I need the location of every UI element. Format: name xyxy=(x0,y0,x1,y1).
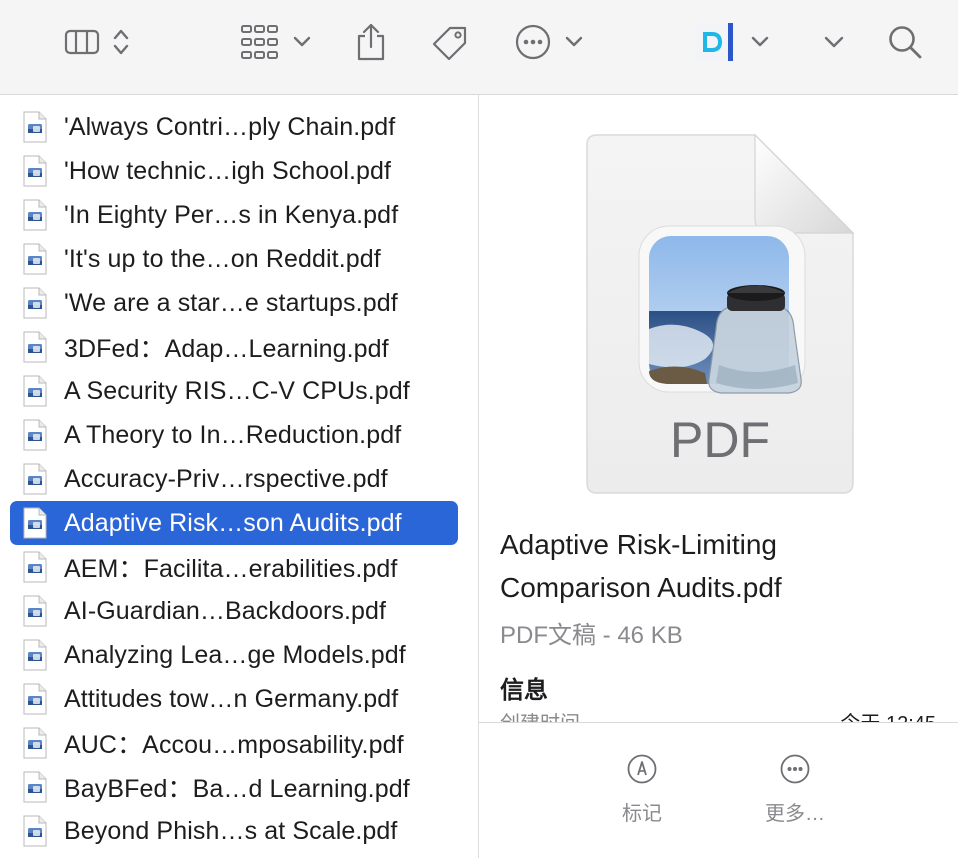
file-row[interactable]: Beyond Phish…s at Scale.pdf xyxy=(10,809,458,853)
file-row[interactable]: Attitudes tow…n Germany.pdf xyxy=(10,677,458,721)
overflow-menu-button[interactable] xyxy=(823,22,845,62)
file-name: 'We are a star…e startups.pdf xyxy=(64,288,398,317)
file-name: BayBFed：Ba…d Learning.pdf xyxy=(64,775,410,803)
file-name: Attitudes tow…n Germany.pdf xyxy=(64,684,399,713)
chevron-down-icon xyxy=(565,36,583,47)
document-info: Adaptive Risk-Limiting Comparison Audits… xyxy=(500,523,940,705)
updown-chevron-icon xyxy=(113,29,129,55)
tag-icon xyxy=(432,26,467,61)
file-name: Analyzing Lea…ge Models.pdf xyxy=(64,640,406,669)
file-row[interactable]: AEM：Facilita…erabilities.pdf xyxy=(10,545,458,589)
file-row[interactable]: 'It's up to the…on Reddit.pdf xyxy=(10,237,458,281)
chevron-down-icon xyxy=(824,36,844,48)
ellipsis-circle-icon xyxy=(515,24,551,60)
pdf-document-thumbnail: PDF xyxy=(586,133,855,494)
toolbar xyxy=(0,0,958,95)
file-name: AEM：Facilita…erabilities.pdf xyxy=(64,555,398,583)
created-label: 创建时间 xyxy=(500,707,580,723)
markup-label: 标记 xyxy=(622,803,662,825)
pdf-file-icon xyxy=(23,331,47,363)
created-value: 今天 12:45 xyxy=(840,707,936,723)
search-button[interactable] xyxy=(886,22,924,62)
info-heading: 信息 xyxy=(500,677,548,704)
file-row[interactable]: A Theory to In…Reduction.pdf xyxy=(10,413,458,457)
file-name: 3DFed：Adap…Learning.pdf xyxy=(64,335,389,363)
file-row[interactable]: 'Always Contri…ply Chain.pdf xyxy=(10,105,458,149)
pdf-file-icon xyxy=(23,287,47,319)
more-actions-button[interactable] xyxy=(514,22,584,62)
search-icon xyxy=(889,26,922,59)
file-row[interactable]: Accuracy-Priv…rspective.pdf xyxy=(10,457,458,501)
chevron-down-icon xyxy=(751,36,769,47)
pdf-file-icon xyxy=(23,243,47,275)
file-name: A Security RIS…C-V CPUs.pdf xyxy=(64,376,410,405)
pdf-file-icon xyxy=(23,155,47,187)
chevron-down-icon xyxy=(293,36,311,47)
pdf-file-icon xyxy=(23,639,47,671)
more-label: 更多… xyxy=(765,803,825,825)
document-title: Adaptive Risk-Limiting Comparison Audits… xyxy=(500,529,782,603)
pdf-file-icon xyxy=(23,595,47,627)
pdf-file-icon xyxy=(23,199,47,231)
file-name: 'In Eighty Per…s in Kenya.pdf xyxy=(64,200,399,229)
pdf-file-icon xyxy=(23,771,47,803)
file-name: Adaptive Risk…son Audits.pdf xyxy=(64,508,402,537)
pdf-file-icon xyxy=(23,463,47,495)
file-row[interactable]: 'In Eighty Per…s in Kenya.pdf xyxy=(10,193,458,237)
sidebar-toggle-button[interactable] xyxy=(64,22,130,62)
file-row[interactable]: AUC：Accou…mposability.pdf xyxy=(10,721,458,765)
pdf-file-icon xyxy=(23,419,47,451)
file-name: A Theory to In…Reduction.pdf xyxy=(64,420,402,449)
file-row[interactable]: AI-Guardian…Backdoors.pdf xyxy=(10,589,458,633)
ellipsis-circle-icon xyxy=(780,754,810,784)
file-row[interactable]: 'How technic…igh School.pdf xyxy=(10,149,458,193)
tags-button[interactable] xyxy=(428,22,472,62)
created-row: 创建时间 今天 12:45 xyxy=(500,707,936,723)
file-name: 'How technic…igh School.pdf xyxy=(64,156,392,185)
file-name: AI-Guardian…Backdoors.pdf xyxy=(64,596,387,625)
file-row[interactable]: 3DFed：Adap…Learning.pdf xyxy=(10,325,458,369)
more-button[interactable]: 更多… xyxy=(745,753,845,826)
file-row[interactable]: 'We are a star…e startups.pdf xyxy=(10,281,458,325)
file-name: Accuracy-Priv…rspective.pdf xyxy=(64,464,388,493)
app-icon xyxy=(696,23,734,61)
file-list: 'Always Contri…ply Chain.pdf 'How technic… xyxy=(0,95,479,858)
svg-text:PDF: PDF xyxy=(670,412,770,468)
pdf-file-icon xyxy=(23,375,47,407)
file-name: 'It's up to the…on Reddit.pdf xyxy=(64,244,381,273)
file-row[interactable]: A Security RIS…C-V CPUs.pdf xyxy=(10,369,458,413)
file-row[interactable]: BayBFed：Ba…d Learning.pdf xyxy=(10,765,458,809)
file-name: Beyond Phish…s at Scale.pdf xyxy=(64,816,398,845)
app-launcher-button[interactable] xyxy=(694,22,770,62)
pdf-file-icon xyxy=(23,507,47,539)
preview-pane: PDF Adaptive Risk-Limiting Comparison Au… xyxy=(479,95,958,858)
file-name: AUC：Accou…mposability.pdf xyxy=(64,731,404,759)
markup-button[interactable]: 标记 xyxy=(592,753,692,826)
pdf-file-icon xyxy=(23,815,47,847)
quick-actions-bar: 标记 更多… xyxy=(479,722,958,858)
sidebar-columns-icon xyxy=(64,29,100,55)
pdf-file-icon xyxy=(23,727,47,759)
file-name: 'Always Contri…ply Chain.pdf xyxy=(64,112,396,141)
share-button[interactable] xyxy=(353,22,389,62)
file-row[interactable]: Adaptive Risk…son Audits.pdf xyxy=(10,501,458,545)
markup-icon xyxy=(627,754,657,784)
pdf-file-icon xyxy=(23,111,47,143)
share-icon xyxy=(357,23,385,61)
view-options-button[interactable] xyxy=(240,22,312,62)
grid-view-icon xyxy=(241,25,278,59)
pdf-file-icon xyxy=(23,551,47,583)
pdf-file-icon xyxy=(23,683,47,715)
document-kind-size: PDF文稿 - 46 KB xyxy=(500,622,683,649)
file-row[interactable]: Analyzing Lea…ge Models.pdf xyxy=(10,633,458,677)
